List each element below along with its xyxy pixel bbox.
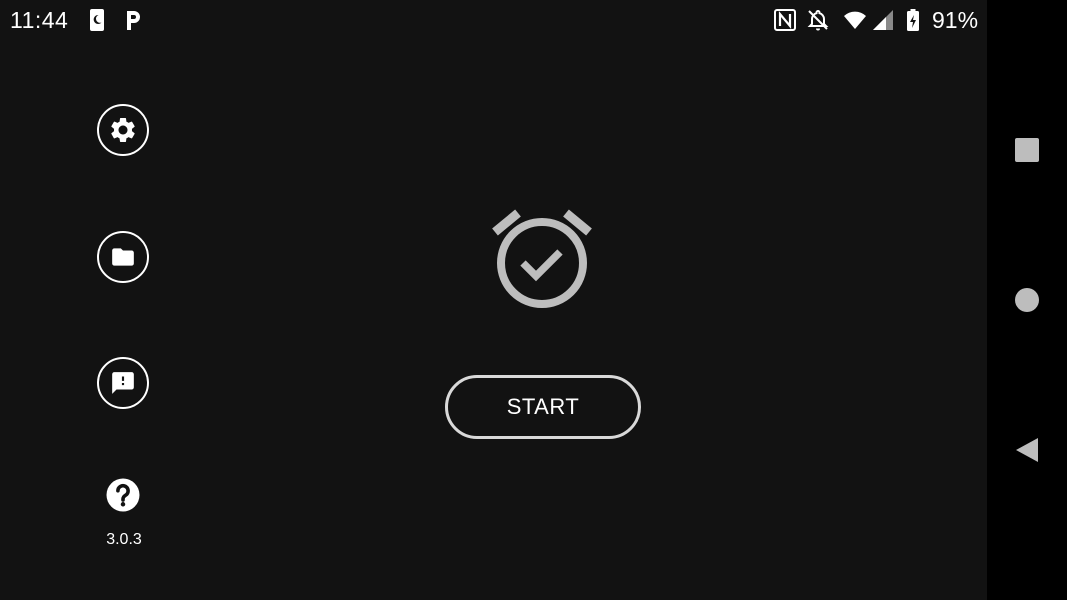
battery-charging-icon <box>907 9 919 31</box>
folder-icon <box>112 248 134 266</box>
recents-square-icon[interactable] <box>1014 137 1040 163</box>
bell-off-icon <box>807 9 829 31</box>
help-icon[interactable] <box>105 477 141 513</box>
folder-button[interactable] <box>97 231 149 283</box>
back-triangle-icon[interactable] <box>1014 437 1040 463</box>
start-button[interactable]: START <box>445 375 641 439</box>
nfc-icon <box>774 9 796 31</box>
settings-button[interactable] <box>97 104 149 156</box>
p-app-icon <box>127 11 140 30</box>
battery-percent: 91% <box>932 7 979 33</box>
wifi-icon <box>844 11 866 29</box>
gear-icon <box>111 118 135 142</box>
status-clock: 11:44 <box>10 7 69 33</box>
cell-signal-icon <box>873 10 893 30</box>
feedback-button[interactable] <box>97 357 149 409</box>
alarm-check-icon <box>492 209 592 308</box>
version-label: 3.0.3 <box>106 531 142 548</box>
phone-moon-icon <box>90 9 104 31</box>
feedback-icon <box>112 372 134 394</box>
app-screen: 11:44 91% 3.0.3 START <box>0 0 1067 600</box>
home-circle-icon[interactable] <box>1014 287 1040 313</box>
status-bar: 11:44 91% <box>0 0 987 42</box>
